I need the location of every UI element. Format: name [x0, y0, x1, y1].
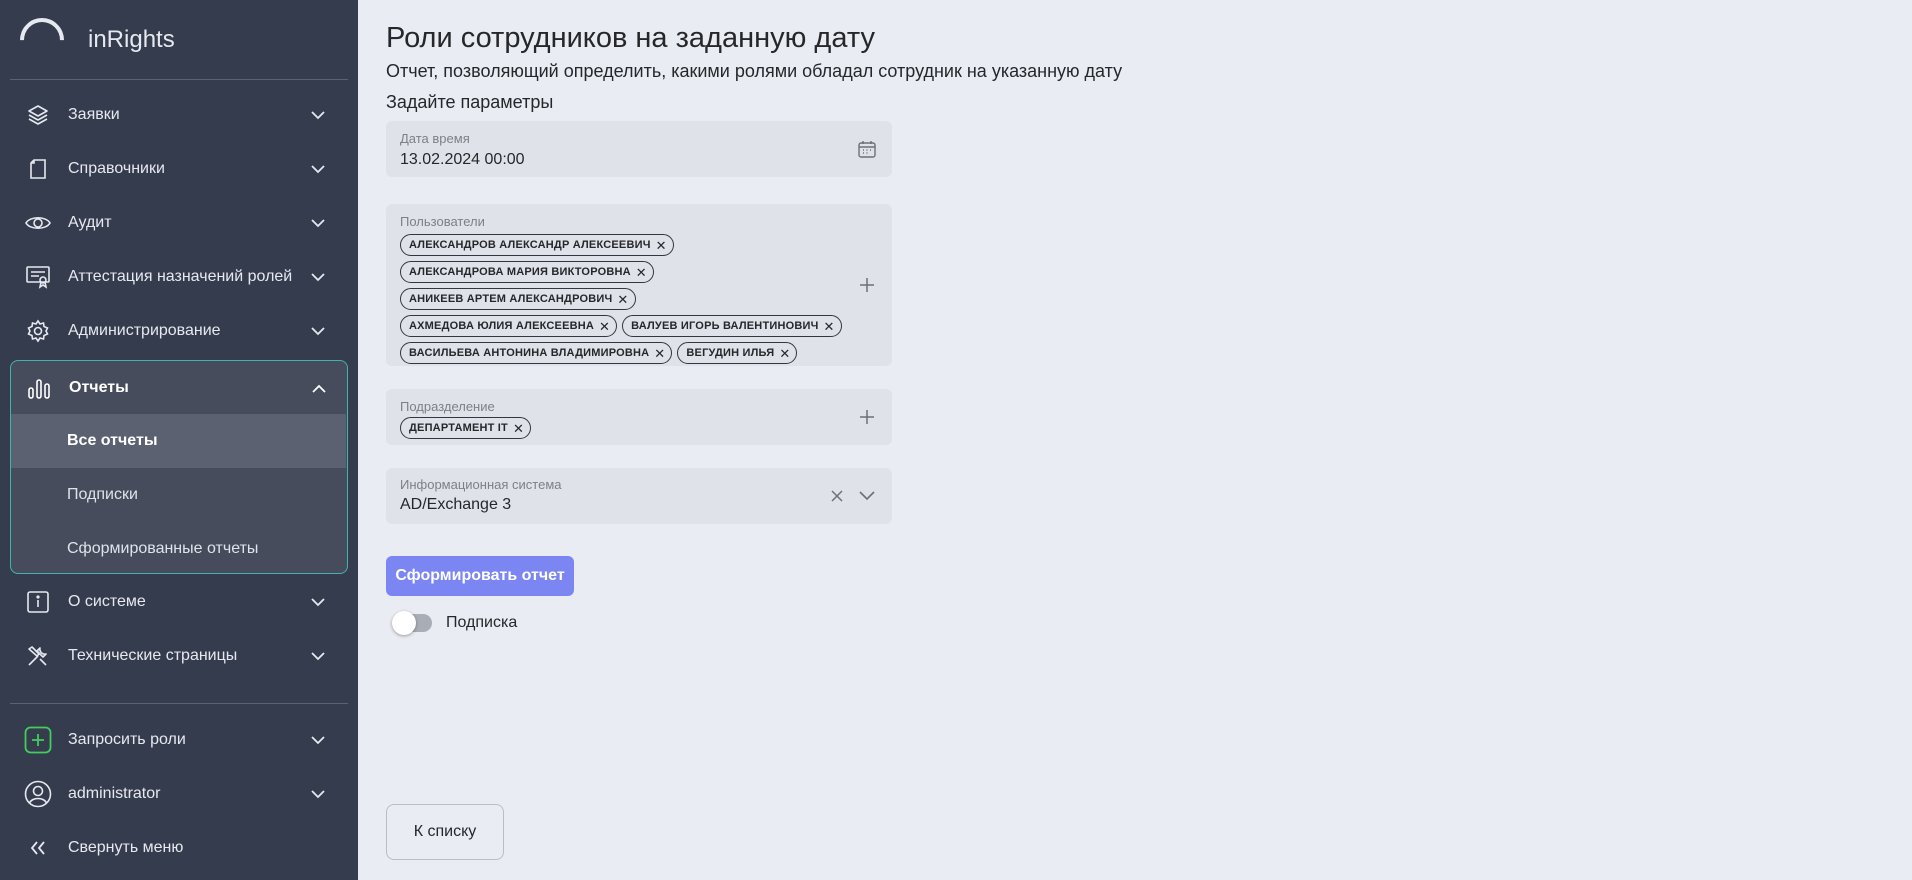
main-content: Роли сотрудников на заданную дату Отчет,…: [358, 0, 1912, 880]
app-name: inRights: [88, 26, 175, 53]
generate-report-button[interactable]: Сформировать отчет: [386, 556, 574, 596]
book-icon: [24, 155, 52, 183]
sidebar-item-attestation[interactable]: Аттестация назначений ролей: [10, 250, 348, 304]
sidebar-item-label: О системе: [68, 593, 146, 610]
user-chip: АХМЕДОВА ЮЛИЯ АЛЕКСЕЕВНА ✕: [400, 315, 618, 337]
layers-icon: [24, 101, 52, 129]
user-avatar-icon: [24, 780, 52, 808]
information-system-label: Информационная система: [400, 477, 562, 492]
sidebar-item-directories[interactable]: Справочники: [10, 142, 348, 196]
app-logo[interactable]: inRights: [10, 8, 175, 72]
sidebar-collapse-label: Свернуть меню: [68, 839, 184, 856]
remove-chip-icon[interactable]: ✕: [599, 320, 610, 333]
remove-chip-icon[interactable]: ✕: [656, 239, 667, 252]
chevron-down-icon: [310, 269, 326, 285]
subscription-label: Подписка: [446, 614, 518, 631]
sidebar-item-technical-pages[interactable]: Технические страницы: [10, 629, 348, 683]
sidebar-subitem-generated-reports[interactable]: Сформированные отчеты: [11, 522, 346, 576]
datetime-label: Дата время: [400, 131, 470, 146]
sidebar-item-request-roles[interactable]: Запросить роли: [10, 713, 348, 767]
sidebar-divider: [10, 703, 348, 704]
sidebar-divider: [10, 79, 348, 80]
remove-chip-icon[interactable]: ✕: [779, 347, 790, 360]
sidebar-item-label: Запросить роли: [68, 731, 186, 748]
sidebar-item-administration[interactable]: Администрирование: [10, 304, 348, 358]
sidebar-item-audit[interactable]: Аудит: [10, 196, 348, 250]
eye-icon: [24, 209, 52, 237]
sidebar-item-label: Администрирование: [68, 322, 221, 339]
users-chips: АЛЕКСАНДРОВ АЛЕКСАНДР АЛЕКСЕЕВИЧ ✕ АЛЕКСА…: [400, 234, 850, 369]
chevron-down-icon: [310, 594, 326, 610]
users-field[interactable]: Пользователи АЛЕКСАНДРОВ АЛЕКСАНДР АЛЕКС…: [386, 204, 892, 366]
sidebar-item-label: Технические страницы: [68, 647, 238, 664]
user-chip: АЛЕКСАНДРОВА МАРИЯ ВИКТОРОВНА ✕: [400, 261, 654, 283]
sidebar-subitem-all-reports[interactable]: Все отчеты: [11, 414, 346, 468]
toggle-knob: [392, 611, 416, 635]
information-system-select[interactable]: Информационная система AD/Exchange 3: [386, 468, 892, 524]
sidebar-subitem-subscriptions[interactable]: Подписки: [11, 468, 346, 522]
remove-chip-icon[interactable]: ✕: [636, 266, 647, 279]
calendar-icon[interactable]: [856, 138, 878, 160]
info-icon: [24, 588, 52, 616]
sidebar-item-label: Справочники: [68, 160, 165, 177]
params-heading: Задайте параметры: [386, 92, 554, 112]
sidebar-item-requests[interactable]: Заявки: [10, 88, 348, 142]
sidebar: inRights Заявки Справочники Аудит Аттест…: [0, 0, 358, 880]
add-department-icon[interactable]: [856, 406, 878, 428]
chevron-down-icon: [310, 786, 326, 802]
user-chip: АНИКЕЕВ АРТЕМ АЛЕКСАНДРОВИЧ ✕: [400, 288, 636, 310]
sidebar-item-label: Отчеты: [69, 379, 129, 396]
bar-chart-icon: [25, 374, 53, 402]
chevron-down-icon: [310, 161, 326, 177]
subscription-row: Подписка: [392, 611, 518, 635]
remove-chip-icon[interactable]: ✕: [513, 422, 524, 435]
datetime-value[interactable]: 13.02.2024 00:00: [400, 151, 525, 169]
remove-chip-icon[interactable]: ✕: [654, 347, 665, 360]
sidebar-item-reports[interactable]: Отчеты: [11, 361, 349, 415]
sidebar-collapse-button[interactable]: Свернуть меню: [10, 821, 348, 875]
page-subtitle: Отчет, позволяющий определить, какими ро…: [386, 61, 1123, 81]
double-chevron-left-icon: [24, 834, 52, 862]
gear-icon: [24, 317, 52, 345]
chevron-down-icon: [310, 215, 326, 231]
sidebar-item-about[interactable]: О системе: [10, 575, 348, 629]
chevron-up-icon: [311, 380, 327, 396]
information-system-value: AD/Exchange 3: [400, 496, 512, 513]
sidebar-user-name: administrator: [68, 785, 161, 802]
sidebar-item-label: Аттестация назначений ролей: [68, 268, 293, 285]
sidebar-item-user[interactable]: administrator: [10, 767, 348, 821]
datetime-field[interactable]: Дата время 13.02.2024 00:00: [386, 121, 892, 177]
sidebar-group-reports: Отчеты Все отчеты Подписки Сформированны…: [10, 360, 348, 574]
sidebar-item-label: Заявки: [68, 106, 120, 123]
remove-chip-icon[interactable]: ✕: [617, 293, 628, 306]
logo-icon: [10, 8, 74, 72]
add-user-icon[interactable]: [856, 274, 878, 296]
subscription-toggle[interactable]: [392, 611, 432, 635]
chevron-down-icon: [310, 107, 326, 123]
user-chip: ВАЛУЕВ ИГОРЬ ВАЛЕНТИНОВИЧ ✕: [622, 315, 842, 337]
chevron-down-icon: [310, 323, 326, 339]
department-label: Подразделение: [400, 399, 495, 414]
sidebar-item-label: Аудит: [68, 214, 112, 231]
plus-square-icon: [24, 726, 52, 754]
users-label: Пользователи: [400, 214, 485, 229]
chevron-down-icon: [310, 732, 326, 748]
tools-icon: [24, 642, 52, 670]
department-field[interactable]: Подразделение ДЕПАРТАМЕНТ IT ✕: [386, 389, 892, 445]
page-title: Роли сотрудников на заданную дату: [386, 22, 875, 54]
back-to-list-button[interactable]: К списку: [386, 804, 504, 860]
certificate-icon: [24, 263, 52, 291]
department-chip: ДЕПАРТАМЕНТ IT ✕: [400, 417, 532, 439]
remove-chip-icon[interactable]: ✕: [824, 320, 835, 333]
user-chip: АЛЕКСАНДРОВ АЛЕКСАНДР АЛЕКСЕЕВИЧ ✕: [400, 234, 674, 256]
department-chips: ДЕПАРТАМЕНТ IT ✕: [400, 417, 850, 444]
chevron-down-icon[interactable]: [856, 485, 878, 507]
chevron-down-icon: [310, 648, 326, 664]
user-chip: ВАСИЛЬЕВА АНТОНИНА ВЛАДИМИРОВНА ✕: [400, 342, 673, 364]
clear-icon[interactable]: [826, 485, 848, 507]
user-chip: ВЕГУДИН ИЛЬЯ ✕: [677, 342, 798, 364]
